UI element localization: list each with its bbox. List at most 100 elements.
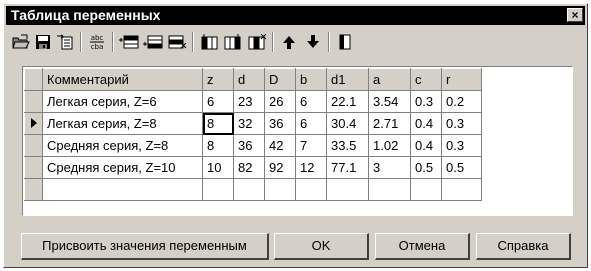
delete-row-icon[interactable] — [166, 31, 188, 53]
table-cell-empty[interactable] — [368, 178, 411, 201]
toolbar-separator — [328, 32, 330, 52]
table-cell[interactable]: 33.5 — [326, 134, 369, 157]
toolbar-separator — [112, 32, 114, 52]
table-cell[interactable]: 23 — [233, 90, 265, 113]
table-cell[interactable]: 0.4 — [410, 112, 442, 135]
table-cell[interactable]: 26 — [264, 90, 296, 113]
toolbar: abc cba — [8, 29, 583, 55]
insert-row-above-icon[interactable] — [118, 31, 140, 53]
column-header-a[interactable]: a — [368, 68, 411, 91]
column-header-z[interactable]: z — [202, 68, 234, 91]
table-row[interactable]: Средняя серия, Z=10 10 82 92 12 77.1 3 0… — [24, 156, 567, 179]
table-cell[interactable]: 32 — [233, 112, 265, 135]
table-cell[interactable]: 30.4 — [326, 112, 369, 135]
table-cell-empty[interactable] — [295, 178, 327, 201]
table-cell[interactable]: 0.3 — [441, 134, 482, 157]
table-row[interactable]: Легкая серия, Z=8 8 32 36 6 30.4 2.71 0.… — [24, 112, 567, 135]
panel-icon[interactable] — [334, 31, 356, 53]
table-cell[interactable]: 0.5 — [410, 156, 442, 179]
table-cell[interactable]: 82 — [233, 156, 265, 179]
table-cell[interactable]: 22.1 — [326, 90, 369, 113]
row-indicator[interactable] — [24, 178, 43, 201]
delete-column-icon[interactable] — [246, 31, 268, 53]
table-cell[interactable]: 0.3 — [441, 112, 482, 135]
table-cell-empty[interactable] — [326, 178, 369, 201]
table-cell[interactable]: 3 — [368, 156, 411, 179]
row-indicator-header — [24, 68, 43, 91]
table-cell[interactable]: 0.3 — [410, 90, 442, 113]
title-bar[interactable]: Таблица переменных × — [6, 6, 585, 25]
table-cell[interactable]: 6 — [295, 112, 327, 135]
table-row[interactable]: Легкая серия, Z=6 6 23 26 6 22.1 3.54 0.… — [24, 90, 567, 113]
variables-grid: Комментарий z d D b d1 a c r Легкая сери… — [22, 66, 573, 216]
table-cell[interactable]: 77.1 — [326, 156, 369, 179]
table-row[interactable]: Средняя серия, Z=8 8 36 42 7 33.5 1.02 0… — [24, 134, 567, 157]
table-cell-empty[interactable] — [410, 178, 442, 201]
variables-table: Комментарий z d D b d1 a c r Легкая сери… — [24, 68, 567, 201]
table-cell[interactable]: 7 — [295, 134, 327, 157]
new-table-row[interactable] — [24, 178, 567, 201]
grid-empty-area — [482, 69, 567, 91]
table-cell-empty[interactable] — [441, 178, 482, 201]
table-cell[interactable]: 42 — [264, 134, 296, 157]
svg-text:cba: cba — [91, 43, 104, 51]
close-button[interactable]: × — [567, 8, 583, 22]
column-header-d1[interactable]: d1 — [326, 68, 369, 91]
table-cell[interactable]: 6 — [295, 90, 327, 113]
help-button[interactable]: Справка — [476, 233, 571, 260]
table-cell[interactable]: 2.71 — [368, 112, 411, 135]
insert-row-below-icon[interactable] — [142, 31, 164, 53]
table-cell[interactable]: 10 — [202, 156, 234, 179]
table-cell[interactable]: 6 — [202, 90, 234, 113]
ok-button[interactable]: OK — [274, 233, 369, 260]
table-cell[interactable]: 0.4 — [410, 134, 442, 157]
grid-empty-area — [482, 179, 567, 201]
row-indicator[interactable] — [24, 112, 43, 135]
row-indicator[interactable] — [24, 90, 43, 113]
column-header-b[interactable]: b — [295, 68, 327, 91]
sort-text-icon[interactable]: abc cba — [86, 31, 108, 53]
table-cell[interactable]: 0.5 — [441, 156, 482, 179]
table-cell-active[interactable]: 8 — [202, 112, 234, 135]
table-cell[interactable]: Легкая серия, Z=8 — [42, 112, 203, 135]
insert-column-left-icon[interactable] — [198, 31, 220, 53]
table-cell[interactable]: 92 — [264, 156, 296, 179]
table-cell-empty[interactable] — [233, 178, 265, 201]
table-cell[interactable]: 0.2 — [441, 90, 482, 113]
cancel-button[interactable]: Отмена — [375, 233, 470, 260]
table-cell[interactable]: 12 — [295, 156, 327, 179]
table-cell-empty[interactable] — [202, 178, 234, 201]
column-header-c[interactable]: c — [410, 68, 442, 91]
table-cell[interactable]: Средняя серия, Z=8 — [42, 134, 203, 157]
move-down-icon[interactable] — [302, 31, 324, 53]
row-indicator[interactable] — [24, 156, 43, 179]
current-row-arrow-icon — [30, 118, 37, 128]
table-cell-empty[interactable] — [264, 178, 296, 201]
open-folder-icon[interactable] — [10, 31, 32, 53]
row-indicator[interactable] — [24, 134, 43, 157]
toolbar-separator — [192, 32, 194, 52]
column-header-comment[interactable]: Комментарий — [42, 68, 203, 91]
table-cell-empty[interactable] — [42, 178, 203, 201]
move-up-icon[interactable] — [278, 31, 300, 53]
save-icon[interactable] — [32, 31, 54, 53]
dialog-title: Таблица переменных — [11, 7, 161, 23]
insert-column-right-icon[interactable] — [222, 31, 244, 53]
assign-values-button[interactable]: Присвоить значения переменным — [21, 233, 269, 260]
header-row: Комментарий z d D b d1 a c r — [24, 68, 567, 91]
table-cell[interactable]: 1.02 — [368, 134, 411, 157]
table-cell[interactable]: Средняя серия, Z=10 — [42, 156, 203, 179]
column-header-d[interactable]: d — [233, 68, 265, 91]
import-icon[interactable] — [54, 31, 76, 53]
table-cell[interactable]: 8 — [202, 134, 234, 157]
grid-empty-area — [482, 113, 567, 135]
variables-table-dialog: Таблица переменных × abc cba Комментарий… — [3, 3, 588, 268]
grid-empty-area — [482, 91, 567, 113]
toolbar-separator — [272, 32, 274, 52]
table-cell[interactable]: 36 — [233, 134, 265, 157]
table-cell[interactable]: 36 — [264, 112, 296, 135]
table-cell[interactable]: Легкая серия, Z=6 — [42, 90, 203, 113]
table-cell[interactable]: 3.54 — [368, 90, 411, 113]
column-header-D[interactable]: D — [264, 68, 296, 91]
column-header-r[interactable]: r — [441, 68, 482, 91]
